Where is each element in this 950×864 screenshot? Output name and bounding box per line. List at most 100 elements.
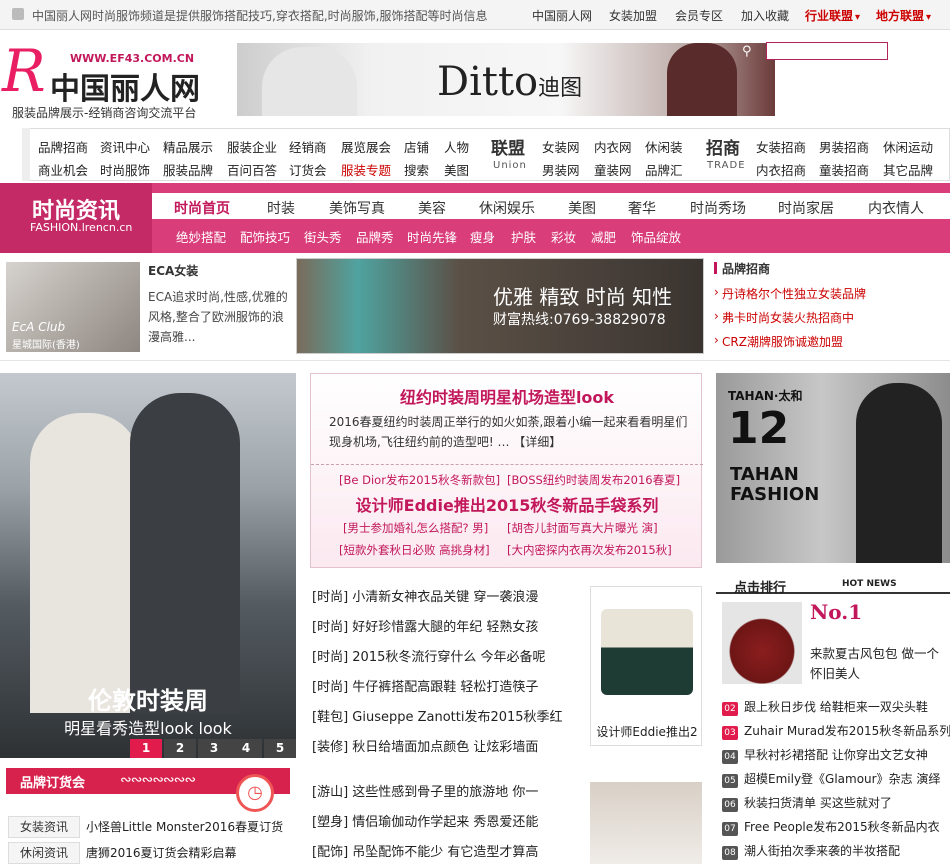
ditto-ad-banner[interactable]: Ditto迪图 xyxy=(237,43,775,116)
fashion-subnav-item[interactable]: 品牌秀 xyxy=(356,227,394,246)
brand-zs-link[interactable]: CRZ潮牌服饰诚邀加盟 xyxy=(714,333,843,350)
fashion-nav-item[interactable]: 美饰写真 xyxy=(329,198,385,218)
union-link[interactable]: 休闲装 xyxy=(645,137,683,156)
nav-link[interactable]: 服装专题 xyxy=(341,160,391,179)
fashion-logo[interactable]: 时尚资讯 FASHION.lrencn.cn xyxy=(0,183,152,253)
headline-1[interactable]: 纽约时装周明星机场造型look xyxy=(311,384,703,408)
fashion-subnav-item[interactable]: 减肥 xyxy=(591,227,616,246)
news-list-item[interactable]: [鞋包] Giuseppe Zanotti发布2015秋季红 xyxy=(312,706,563,725)
news-list-item[interactable]: [配饰] 吊坠配饰不能少 有它造型才算高 xyxy=(312,841,538,860)
tahan-fashion-ad[interactable]: TAHAN·太和 12 TAHAN FASHION xyxy=(716,373,950,563)
brand-zs-link[interactable]: 弗卡时尚女装火热招商中 xyxy=(714,309,854,326)
order-item[interactable]: 唐狮2016夏订货会精彩启幕 xyxy=(86,844,237,861)
trade-link[interactable]: 其它品牌 xyxy=(883,160,933,179)
hot-list-item[interactable]: 02 跟上秋日步伐 给鞋柜来一双尖头鞋 xyxy=(722,698,928,716)
fashion-nav-item[interactable]: 时尚秀场 xyxy=(690,198,746,218)
home-icon[interactable] xyxy=(12,8,24,20)
news-list-item[interactable]: [时尚] 好好珍惜露大腿的年纪 轻熟女孩 xyxy=(312,616,538,635)
news-link[interactable]: [男士参加婚礼怎么搭配? 男] xyxy=(343,520,488,536)
nav-link[interactable]: 商业机会 xyxy=(38,160,88,179)
eca-title[interactable]: ECA女装 xyxy=(148,262,198,279)
industry-union-dropdown[interactable]: 行业联盟 xyxy=(805,7,860,24)
fashion-subnav-item[interactable]: 配饰技巧 xyxy=(240,227,290,246)
fashion-nav-item[interactable]: 奢华 xyxy=(628,198,656,218)
nav-link[interactable]: 百问百答 xyxy=(227,160,277,179)
slide-page-3[interactable]: 3 xyxy=(198,739,230,758)
hot-list-item[interactable]: 08 潮人街拍次季来袭的半妆搭配 xyxy=(722,842,900,860)
fashion-subnav-item[interactable]: 绝妙搭配 xyxy=(176,227,226,246)
news-link[interactable]: [大内密探内衣再次发布2015秋] xyxy=(507,542,672,558)
nav-link[interactable]: 资讯中心 xyxy=(100,137,150,156)
union-link[interactable]: 女装网 xyxy=(542,137,580,156)
slide-page-4[interactable]: 4 xyxy=(230,739,262,758)
fashion-subnav-item[interactable]: 彩妆 xyxy=(551,227,576,246)
slide-page-5[interactable]: 5 xyxy=(264,739,296,758)
union-link[interactable]: 内衣网 xyxy=(594,137,632,156)
news-list-item[interactable]: [时尚] 2015秋冬流行穿什么 今年必备呢 xyxy=(312,646,546,665)
news-link[interactable]: [Be Dior发布2015秋冬新款包] xyxy=(339,472,500,488)
order-tag[interactable]: 女装资讯 xyxy=(8,816,80,838)
fashion-nav-item[interactable]: 美图 xyxy=(568,198,596,218)
news-link[interactable]: [胡杏儿封面写真大片曝光 演] xyxy=(507,520,658,536)
fashion-subnav-item[interactable]: 瘦身 xyxy=(470,227,495,246)
headline-2[interactable]: 设计师Eddie推出2015秋冬新品手袋系列 xyxy=(311,492,703,516)
nav-link[interactable]: 服装企业 xyxy=(227,137,277,156)
toplink-home[interactable]: 中国丽人网 xyxy=(532,7,592,24)
hot-list-item[interactable]: 03 Zuhair Murad发布2015秋冬新品系列 xyxy=(722,722,950,740)
nav-link[interactable]: 美图 xyxy=(444,160,469,179)
news-list-item[interactable]: [装修] 秋日给墙面加点颜色 让炫彩墙面 xyxy=(312,736,538,755)
middle-ad-banner[interactable]: 优雅 精致 时尚 知性 财富热线:0769-38829078 xyxy=(296,258,704,354)
fashion-nav-item[interactable]: 时装 xyxy=(267,198,295,218)
union-link[interactable]: 品牌汇 xyxy=(645,160,683,179)
news-link[interactable]: [BOSS纽约时装周发布2016春夏] xyxy=(507,472,680,488)
fashion-nav-item[interactable]: 美容 xyxy=(418,198,446,218)
trade-link[interactable]: 内衣招商 xyxy=(756,160,806,179)
nav-link[interactable]: 品牌招商 xyxy=(38,137,88,156)
nav-link[interactable]: 时尚服饰 xyxy=(100,160,150,179)
nav-link[interactable]: 展览展会 xyxy=(341,137,391,156)
fashion-nav-item[interactable]: 时尚首页 xyxy=(174,198,230,218)
eca-brand-image[interactable]: EcA Club 星城国际(香港) xyxy=(6,262,140,352)
fashion-subnav-item[interactable]: 饰品绽放 xyxy=(631,227,681,246)
models-thumbnail[interactable] xyxy=(590,782,702,864)
trade-link[interactable]: 男装招商 xyxy=(819,137,869,156)
no1-link[interactable]: 来款夏古风包包 做一个怀旧美人 xyxy=(810,644,946,684)
news-link[interactable]: [短款外套秋日必败 高挑身材] xyxy=(339,542,490,558)
union-link[interactable]: 童装网 xyxy=(594,160,632,179)
toplink-member[interactable]: 会员专区 xyxy=(675,7,723,24)
fashion-subnav-item[interactable]: 护肤 xyxy=(511,227,536,246)
nav-link[interactable]: 精品展示 xyxy=(163,137,213,156)
local-union-dropdown[interactable]: 地方联盟 xyxy=(876,7,931,24)
nav-link[interactable]: 搜索 xyxy=(404,160,429,179)
news-list-item[interactable]: [时尚] 牛仔裤搭配高跟鞋 轻松打造筷子 xyxy=(312,676,538,695)
toplink-join[interactable]: 女装加盟 xyxy=(609,7,657,24)
news-list-item[interactable]: [游山] 这些性感到骨子里的旅游地 你一 xyxy=(312,781,538,800)
hot-list-item[interactable]: 05 超模Emily登《Glamour》杂志 演绎 xyxy=(722,770,940,788)
london-fashion-week-slide[interactable]: 伦敦时装周 明星看秀造型look look 1 2 3 4 5 xyxy=(0,373,296,758)
union-link[interactable]: 男装网 xyxy=(542,160,580,179)
site-logo[interactable]: R WWW.EF43.COM.CN 中国丽人网 服装品牌展示-经销商咨询交流平台 xyxy=(0,36,225,124)
fashion-subnav-item[interactable]: 街头秀 xyxy=(304,227,342,246)
trade-link[interactable]: 童装招商 xyxy=(819,160,869,179)
nav-link[interactable]: 订货会 xyxy=(289,160,327,179)
brand-zs-link[interactable]: 丹诗格尔个性独立女装品牌 xyxy=(714,285,866,302)
trade-link[interactable]: 休闲运动 xyxy=(883,137,933,156)
news-list-item[interactable]: [时尚] 小清新女神衣品关键 穿一袭浪漫 xyxy=(312,586,538,605)
fashion-nav-item[interactable]: 时尚家居 xyxy=(778,198,834,218)
hot-list-item[interactable]: 07 Free People发布2015秋冬新品内衣 xyxy=(722,818,940,836)
hot-list-item[interactable]: 04 早秋衬衫裙搭配 让你穿出文艺女神 xyxy=(722,746,928,764)
hot-list-item[interactable]: 06 秋装扫货清单 买这些就对了 xyxy=(722,794,892,812)
no1-bag-image[interactable] xyxy=(722,602,802,684)
nav-link[interactable]: 服装品牌 xyxy=(163,160,213,179)
news-list-item[interactable]: [塑身] 情侣瑜伽动作学起来 秀恩爱还能 xyxy=(312,811,538,830)
order-tag[interactable]: 休闲资讯 xyxy=(8,842,80,864)
fashion-subnav-item[interactable]: 时尚先锋 xyxy=(407,227,457,246)
search-button[interactable]: 搜索 xyxy=(892,43,917,62)
fashion-nav-item[interactable]: 内衣情人 xyxy=(868,198,924,218)
nav-link[interactable]: 经销商 xyxy=(289,137,327,156)
fashion-nav-item[interactable]: 休闲娱乐 xyxy=(479,198,535,218)
slide-page-2[interactable]: 2 xyxy=(164,739,196,758)
trade-link[interactable]: 女装招商 xyxy=(756,137,806,156)
toplink-favorite[interactable]: 加入收藏 xyxy=(741,7,789,24)
order-item[interactable]: 小怪兽Little Monster2016春夏订货 xyxy=(86,818,283,835)
